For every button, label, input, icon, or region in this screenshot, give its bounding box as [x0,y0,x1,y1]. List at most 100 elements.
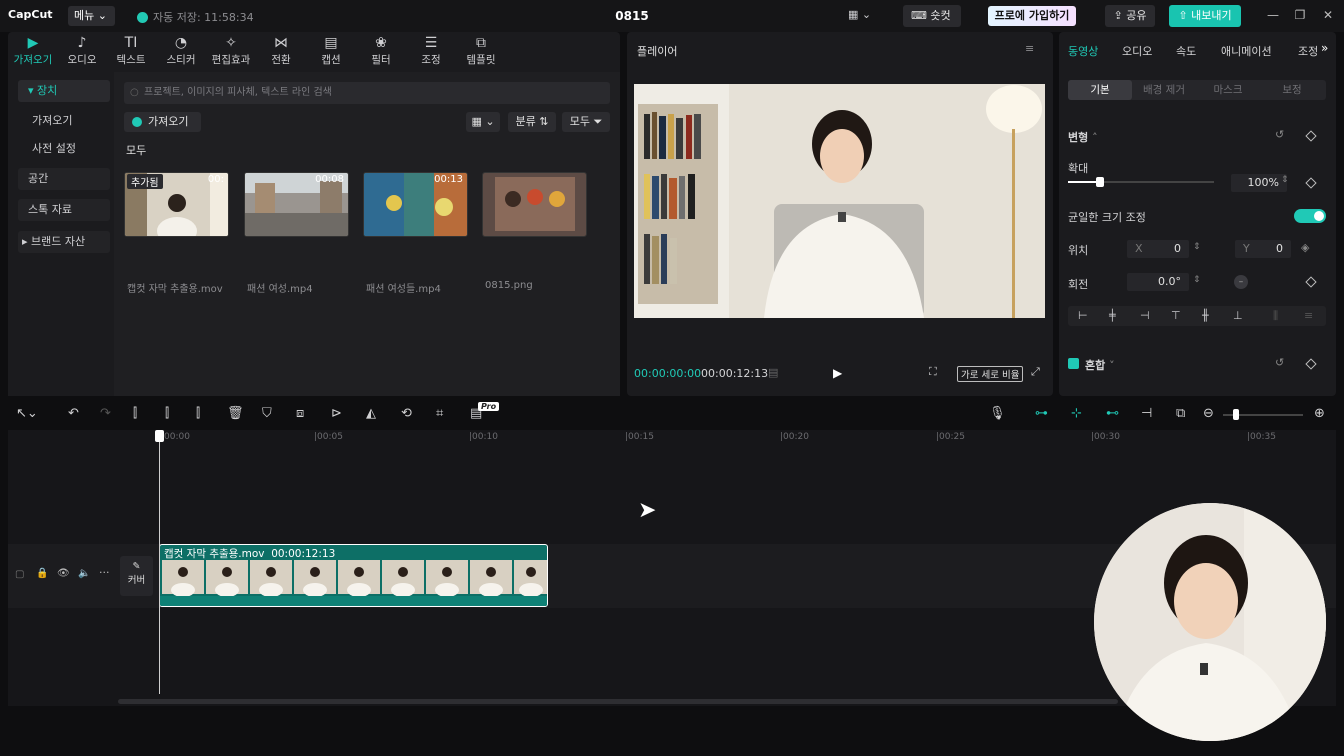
reverse-icon[interactable]: ⊳ [331,406,342,421]
sidebar-item-device[interactable]: ▾ 장치 [18,80,110,102]
sort-button[interactable]: 분류 ⇅ [508,112,556,132]
zoom-out-icon[interactable]: ⊖ [1203,406,1214,421]
keyframe-icon[interactable] [1305,358,1317,370]
more-icon[interactable]: ··· [99,566,110,579]
speaker-icon[interactable]: 🔈 [78,568,90,579]
layout-icon[interactable]: ▦ ⌄ [848,8,871,21]
timeline-scrollbar[interactable] [118,699,1118,704]
redo-icon[interactable]: ↷ [100,406,111,421]
time-ruler[interactable]: 00:00 |00:05 |00:10 |00:15 |00:20 |00:25… [158,430,1336,444]
tab-sticker[interactable]: ◔ 스티커 [156,34,206,67]
select-tool-icon[interactable]: ↖⌄ [16,406,38,421]
play-button[interactable]: ▶ [833,366,842,380]
tab-speed[interactable]: 속도 [1176,43,1196,59]
tab-adjust[interactable]: 조정 [1298,43,1318,59]
lock-icon[interactable]: 🔒 [36,568,48,579]
video-preview[interactable] [634,84,1045,318]
stepper-icon[interactable]: ⇕ [1193,242,1201,252]
linkage-icon[interactable]: ⊷ [1106,406,1119,421]
keyframe-icon[interactable] [1305,276,1317,288]
menu-button[interactable]: 메뉴 ⌄ [68,6,115,26]
blend-checkbox[interactable] [1068,358,1079,369]
export-button[interactable]: ⇧ 내보내기 [1169,5,1241,27]
align-right-icon[interactable]: ⊣ [1140,309,1150,322]
mirror-icon[interactable]: ◭ [366,406,376,421]
import-button[interactable]: 가져오기 [124,112,201,132]
tab-template[interactable]: ⧉ 템플릿 [456,34,506,67]
split-icon[interactable]: ⫿ [133,406,137,421]
subtab-correction[interactable]: 보정 [1260,80,1324,100]
rotation-dial[interactable]: – [1234,275,1248,289]
blend-heading[interactable]: 혼합 ˅ [1085,357,1115,373]
freeze-icon[interactable]: ⧈ [296,406,304,421]
tab-filter[interactable]: ❀ 필터 [356,34,406,67]
rotation-input[interactable]: 0.0° [1127,273,1189,291]
tab-adjust[interactable]: ☰ 조정 [406,34,456,67]
stepper-icon[interactable]: ⇕ [1281,175,1289,185]
align-left-icon[interactable]: ⊢ [1078,309,1088,322]
crop-icon[interactable]: ⌗ [436,406,443,421]
keyframe-link-icon[interactable]: ◈ [1301,241,1309,254]
split-left-icon[interactable]: ⫿ [165,406,169,421]
fit-timeline-icon[interactable]: ⧉ [1176,406,1185,421]
filter-button[interactable]: 모두 ⏷ [562,112,610,132]
scale-slider-handle[interactable] [1096,177,1104,187]
position-x-input[interactable]: X0 [1127,240,1189,258]
subtab-remove-bg[interactable]: 배경 제거 [1132,80,1196,100]
fullscreen-icon[interactable]: ⤢ [1031,365,1040,379]
zoom-slider-handle[interactable] [1233,409,1239,420]
media-item[interactable] [482,172,587,237]
tab-transition[interactable]: ⋈ 전환 [256,34,306,67]
tab-video[interactable]: 동영상 [1068,43,1098,59]
position-y-input[interactable]: Y0 [1235,240,1291,258]
undo-icon[interactable]: ↶ [68,406,79,421]
align-bottom-icon[interactable]: ⊥ [1233,309,1243,322]
split-right-icon[interactable]: ⫿ [196,406,200,421]
sidebar-item-import[interactable]: 가져오기 [18,110,110,132]
view-toggle-button[interactable]: ▦ ⌄ [466,112,500,132]
microphone-icon[interactable]: 🎙 [989,406,1006,421]
scale-input[interactable]: 100% [1231,174,1287,192]
search-input[interactable]: ○ 프로젝트, 이미지의 피사체, 텍스트 라인 검색 [124,82,610,104]
aspect-ratio-button[interactable]: 가로 세로 비율 [957,366,1024,382]
share-button[interactable]: ⇪ 공유 [1105,5,1155,27]
stepper-icon[interactable]: ⇕ [1193,275,1201,285]
playhead[interactable] [159,430,160,694]
tab-effects[interactable]: ✧ 편집효과 [206,34,256,67]
keyframe-icon[interactable] [1305,177,1317,189]
subtab-mask[interactable]: 마스크 [1196,80,1260,100]
main-track-magnet-icon[interactable]: ⊶ [1035,406,1048,421]
tab-text[interactable]: TI 텍스트 [106,34,156,67]
join-pro-button[interactable]: 프로에 가입하기 [988,6,1076,26]
cover-button[interactable]: ✎ 커버 [120,556,153,596]
media-item[interactable]: 00:08 [244,172,349,237]
menu-icon[interactable]: ≡ [1025,42,1034,55]
reset-icon[interactable]: ↺ [1275,356,1284,369]
grid-icon[interactable]: ▤ [768,366,778,379]
tab-caption[interactable]: ▤ 캡션 [306,34,356,67]
mark-icon[interactable]: ⛉ [262,406,272,421]
subtab-basic[interactable]: 기본 [1068,80,1132,100]
close-icon[interactable]: ✕ [1320,8,1336,22]
media-item[interactable]: 00:13 [363,172,468,237]
sidebar-item-stock[interactable]: 스톡 자료 [18,199,110,221]
tab-audio[interactable]: ♪ 오디오 [57,34,107,67]
more-tabs-icon[interactable]: » [1321,41,1328,55]
reset-icon[interactable]: ↺ [1275,128,1284,141]
sidebar-item-space[interactable]: 공간 [18,168,110,190]
snapshot-icon[interactable]: ⛶ [929,365,937,379]
shortcut-button[interactable]: ⌨ 숏컷 [903,5,961,27]
auto-snap-icon[interactable]: ⊹ [1071,406,1082,421]
playhead-handle[interactable] [155,430,164,442]
tab-import[interactable]: ▶ 가져오기 [8,34,58,67]
uniform-scale-toggle[interactable] [1294,209,1326,223]
track-lock-box-icon[interactable]: ▢ [15,569,24,580]
preview-axis-icon[interactable]: ⊣ [1141,406,1152,421]
tab-animation[interactable]: 애니메이션 [1221,43,1272,59]
video-clip[interactable]: 캡컷 자막 추출용.mov 00:00:12:13 [159,544,548,607]
rotate-icon[interactable]: ⟲ [401,406,412,421]
distribute-h-icon[interactable]: ⫼ [1273,309,1278,323]
restore-icon[interactable]: ❐ [1292,8,1308,22]
minimize-icon[interactable]: — [1265,8,1281,22]
tab-audio[interactable]: 오디오 [1122,43,1152,59]
